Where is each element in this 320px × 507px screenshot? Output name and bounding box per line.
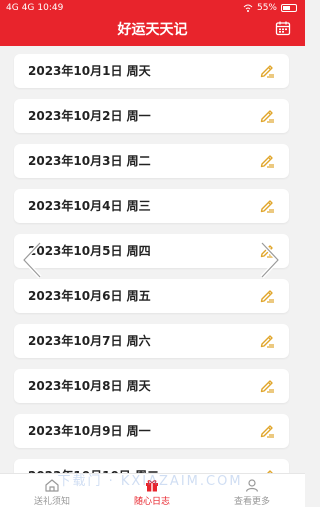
diary-entry-date: 2023年10月4日 周三	[28, 199, 151, 213]
status-time: 10:49	[37, 3, 64, 13]
diary-entry-date: 2023年10月5日 周四	[28, 244, 151, 258]
diary-entry-row[interactable]: 2023年10月4日 周三	[14, 189, 289, 223]
edit-pencil-icon[interactable]	[259, 109, 275, 123]
diary-entry-date: 2023年10月1日 周天	[28, 64, 151, 78]
diary-entry-date: 2023年10月9日 周一	[28, 424, 151, 438]
diary-entry-row[interactable]: 2023年10月3日 周二	[14, 144, 289, 178]
diary-entry-date: 2023年10月3日 周二	[28, 154, 151, 168]
previous-arrow-icon[interactable]	[20, 240, 44, 280]
tab-label: 送礼须知	[33, 497, 70, 507]
edit-pencil-icon[interactable]	[259, 379, 275, 393]
diary-entry-row[interactable]: 2023年10月2日 周一	[14, 99, 289, 133]
diary-entry-date: 2023年10月6日 周五	[28, 289, 151, 303]
diary-entry-row[interactable]: 2023年10月7日 周六	[14, 324, 289, 358]
diary-entry-date: 2023年10月8日 周天	[28, 379, 151, 393]
diary-entry-row[interactable]: 2023年10月1日 周天	[14, 54, 289, 88]
edit-pencil-icon[interactable]	[259, 64, 275, 78]
status-left: 4G 4G 10:49	[6, 3, 63, 13]
tab-label: 查看更多	[233, 497, 270, 507]
battery-icon	[281, 4, 297, 12]
diary-entry-row[interactable]: 2023年10月6日 周五	[14, 279, 289, 313]
signal-indicator-2: 4G	[21, 3, 35, 13]
status-right: 55%	[243, 3, 297, 13]
wifi-icon	[243, 4, 253, 12]
edit-pencil-icon[interactable]	[259, 289, 275, 303]
signal-indicator: 4G	[6, 3, 19, 13]
battery-percent: 55%	[256, 3, 277, 13]
diary-entry-date: 2023年10月7日 周六	[28, 334, 151, 348]
tab-label: 随心日志	[133, 497, 170, 507]
diary-entry-row[interactable]: 2023年10月9日 周一	[14, 414, 289, 448]
next-arrow-icon[interactable]	[258, 240, 282, 280]
edit-pencil-icon[interactable]	[259, 424, 275, 438]
edit-pencil-icon[interactable]	[259, 154, 275, 168]
watermark: 下载门 · KXIAZAIM.COM	[57, 474, 243, 489]
page-title: 好运天天记	[117, 22, 188, 38]
status-bar: 4G 4G 10:49 55%	[0, 0, 305, 18]
edit-pencil-icon[interactable]	[259, 199, 275, 213]
diary-entry-row[interactable]: 2023年10月8日 周天	[14, 369, 289, 403]
diary-entry-row[interactable]: 2023年10月5日 周四	[14, 234, 289, 268]
calendar-icon[interactable]	[275, 20, 291, 36]
edit-pencil-icon[interactable]	[259, 334, 275, 348]
app-header: 4G 4G 10:49 55% 好运天天记	[0, 0, 305, 46]
diary-entry-date: 2023年10月2日 周一	[28, 109, 151, 123]
